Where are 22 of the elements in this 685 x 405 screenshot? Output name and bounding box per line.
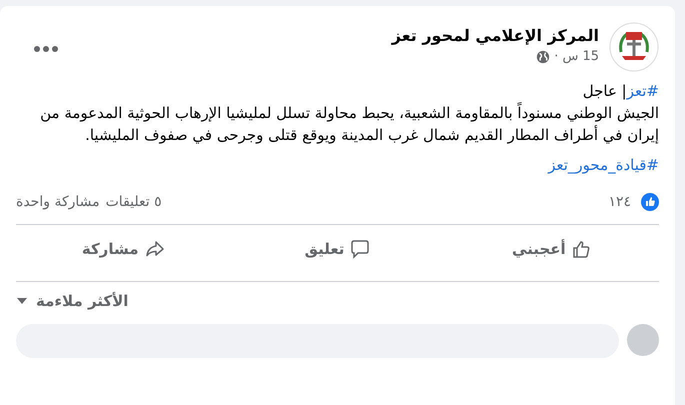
- post-headline: #تعز| عاجل: [582, 81, 659, 102]
- speech-bubble-icon: [350, 239, 370, 259]
- author-name[interactable]: المركز الإعلامي لمحور تعز: [392, 26, 599, 45]
- comment-count[interactable]: ٥ تعليقات: [106, 194, 162, 210]
- hashtag-link[interactable]: #تعز: [626, 82, 659, 100]
- sort-dropdown[interactable]: الأكثر ملاءمة: [16, 292, 128, 310]
- emblem-icon[interactable]: [609, 22, 659, 72]
- like-icon: [641, 193, 659, 211]
- separator-dot: ·: [554, 49, 558, 64]
- globe-icon: [536, 50, 550, 64]
- post-time[interactable]: 15 س: [562, 49, 599, 64]
- thumbs-up-icon: [572, 239, 592, 259]
- comment-button[interactable]: تعليق: [230, 225, 445, 273]
- like-count[interactable]: ١٢٤: [608, 194, 631, 210]
- hashtag-link[interactable]: #قيادة_محور_تعز: [548, 156, 659, 174]
- post-text: الجيش الوطني مسنوداً بالمقاومة الشعبية، يحبط محاولة تسلل لمليشيا الإرهاب الحوثية المدعومة من إيران في أطراف المطار القديم شمال غرب المدينة ويوقع قتلى وجرحى في صفوف المليشيا.: [39, 102, 659, 146]
- share-arrow-icon: [144, 239, 164, 259]
- user-avatar: [627, 324, 659, 356]
- share-count[interactable]: مشاركة واحدة: [16, 194, 100, 210]
- like-button[interactable]: أعجبني: [444, 225, 659, 273]
- share-button[interactable]: مشاركة: [16, 225, 230, 273]
- caret-icon: [16, 297, 28, 305]
